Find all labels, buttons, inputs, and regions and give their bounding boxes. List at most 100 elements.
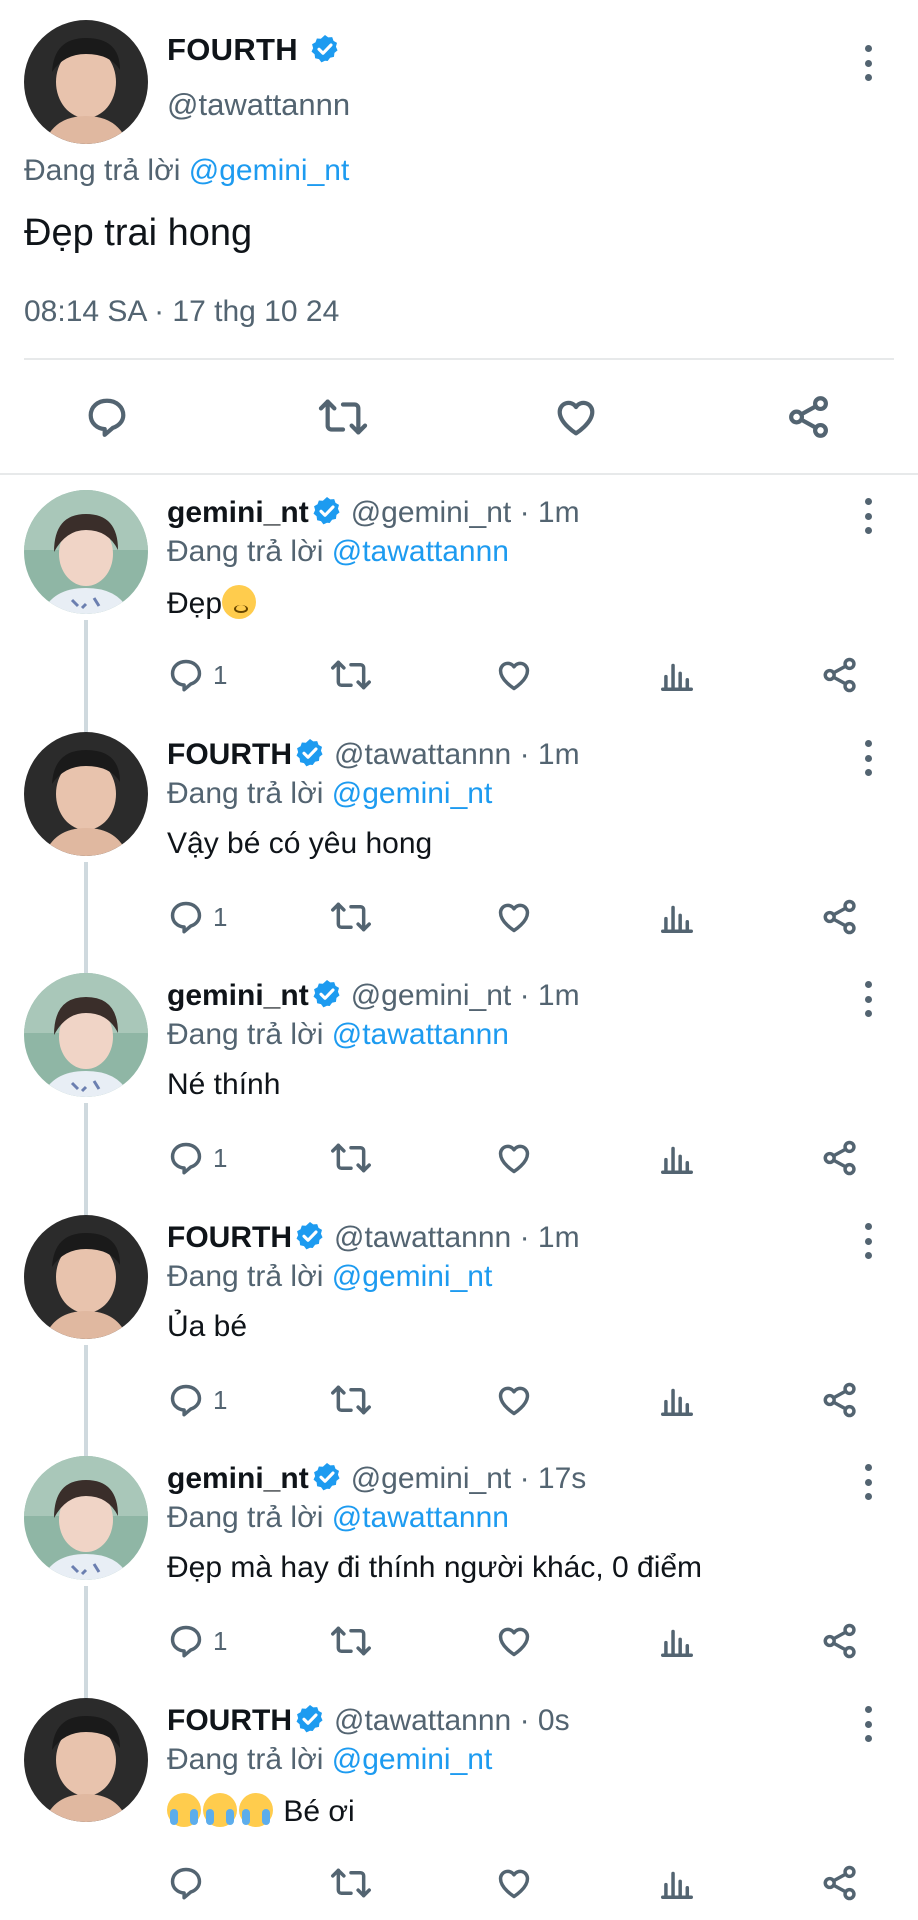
share-button[interactable] [821,656,859,699]
retweet-icon [318,399,368,435]
replying-mention-link[interactable]: @tawattannn [332,1018,509,1051]
reply-button[interactable]: 1 [167,1622,227,1660]
analytics-button[interactable] [658,1381,696,1424]
reply-time[interactable]: · 1m [520,979,580,1012]
retweet-button[interactable] [330,1381,372,1424]
reply-time[interactable]: · 1m [520,1221,580,1254]
more-options-icon[interactable] [862,1223,874,1259]
reply-button[interactable]: 1 [167,656,227,694]
avatar[interactable] [24,1215,148,1339]
author-name[interactable]: FOURTH [167,738,292,771]
retweet-button[interactable] [330,656,372,699]
author-name[interactable]: gemini_nt [167,1462,309,1495]
like-button[interactable] [495,1381,533,1424]
share-button[interactable] [821,898,859,941]
replying-mention-link[interactable]: @tawattannn [332,1501,509,1534]
more-options-icon[interactable] [862,981,874,1017]
reply-header: FOURTH @tawattannn · 0s [167,1703,570,1738]
author-name-text[interactable]: FOURTH [167,32,298,67]
retweet-button[interactable] [318,394,368,445]
crying-face-emoji-icon [167,1793,201,1827]
tweet-timestamp[interactable]: 08:14 SA · 17 thg 10 24 [24,295,339,329]
reply-time[interactable]: · 0s [520,1704,570,1737]
retweet-icon [331,660,371,690]
retweet-button[interactable] [330,1622,372,1665]
share-button[interactable] [821,1381,859,1424]
reply-count: 1 [213,901,228,932]
share-icon [789,396,828,438]
verified-badge-icon [311,35,338,63]
avatar[interactable] [24,973,148,1097]
more-options-icon[interactable] [862,740,874,776]
reply-body: Đẹp [167,585,258,621]
kissing-face-emoji-icon [222,585,257,619]
avatar[interactable] [24,20,148,144]
author-handle[interactable]: @tawattannn [334,738,511,771]
share-button[interactable] [821,1139,859,1182]
reply-body: Bé ơi [167,1793,355,1829]
replying-mention-link[interactable]: @tawattannn [332,535,509,568]
author-handle[interactable]: @gemini_nt [351,496,512,529]
more-options-icon[interactable] [862,498,874,534]
share-icon [823,657,856,693]
analytics-button[interactable] [658,898,696,941]
reply-button[interactable]: 1 [167,1381,227,1419]
analytics-button[interactable] [658,656,696,699]
author-handle[interactable]: @tawattannn [334,1221,511,1254]
analytics-button[interactable] [658,1622,696,1665]
like-button[interactable] [495,1864,533,1907]
heart-icon [498,1627,530,1657]
like-button[interactable] [495,898,533,941]
avatar[interactable] [24,1456,148,1580]
share-icon [823,1382,856,1418]
retweet-button[interactable] [330,898,372,941]
like-button[interactable] [553,394,599,445]
share-button[interactable] [821,1622,859,1665]
analytics-button[interactable] [658,1864,696,1907]
reply-body: Ủa bé [167,1310,247,1344]
divider [24,358,894,360]
author-handle[interactable]: @gemini_nt [351,979,512,1012]
avatar[interactable] [24,1698,148,1822]
author-name[interactable]: FOURTH [167,32,341,68]
author-name[interactable]: gemini_nt [167,496,309,529]
reply-time[interactable]: · 1m [520,496,580,529]
avatar[interactable] [24,732,148,856]
reply-time[interactable]: · 17s [520,1462,587,1495]
share-button[interactable] [821,1864,859,1907]
thread-line [84,1586,88,1704]
replying-to: Đang trả lời @tawattannn [167,535,509,569]
more-options-icon[interactable] [862,1706,874,1742]
author-name[interactable]: FOURTH [167,1704,292,1737]
reply-body: Vậy bé có yêu hong [167,827,432,861]
thread-line [84,1103,88,1221]
retweet-button[interactable] [330,1864,372,1907]
author-handle[interactable]: @tawattannn [167,87,350,123]
author-handle[interactable]: @gemini_nt [351,1462,512,1495]
more-options-icon[interactable] [862,45,874,81]
author-name[interactable]: FOURTH [167,1221,292,1254]
replying-mention-link[interactable]: @gemini_nt [332,777,493,810]
replying-mention-link[interactable]: @gemini_nt [332,1260,493,1293]
reply-button[interactable] [167,1864,213,1902]
reply-button[interactable] [84,394,130,445]
like-button[interactable] [495,656,533,699]
author-name[interactable]: gemini_nt [167,979,309,1012]
avatar[interactable] [24,490,148,614]
heart-icon [498,903,530,933]
replying-mention-link[interactable]: @gemini_nt [332,1743,493,1776]
share-button[interactable] [786,394,832,445]
like-button[interactable] [495,1139,533,1182]
more-options-icon[interactable] [862,1464,874,1500]
reply-icon [170,1384,202,1417]
author-handle[interactable]: @tawattannn [334,1704,511,1737]
reply-button[interactable]: 1 [167,1139,227,1177]
reply-text: Đẹp [167,587,223,620]
reply-time[interactable]: · 1m [520,738,580,771]
reply-button[interactable]: 1 [167,898,227,936]
like-button[interactable] [495,1622,533,1665]
replying-mention-link[interactable]: @gemini_nt [189,154,350,187]
analytics-button[interactable] [658,1139,696,1182]
retweet-button[interactable] [330,1139,372,1182]
replying-to: Đang trả lời @gemini_nt [167,1743,492,1777]
